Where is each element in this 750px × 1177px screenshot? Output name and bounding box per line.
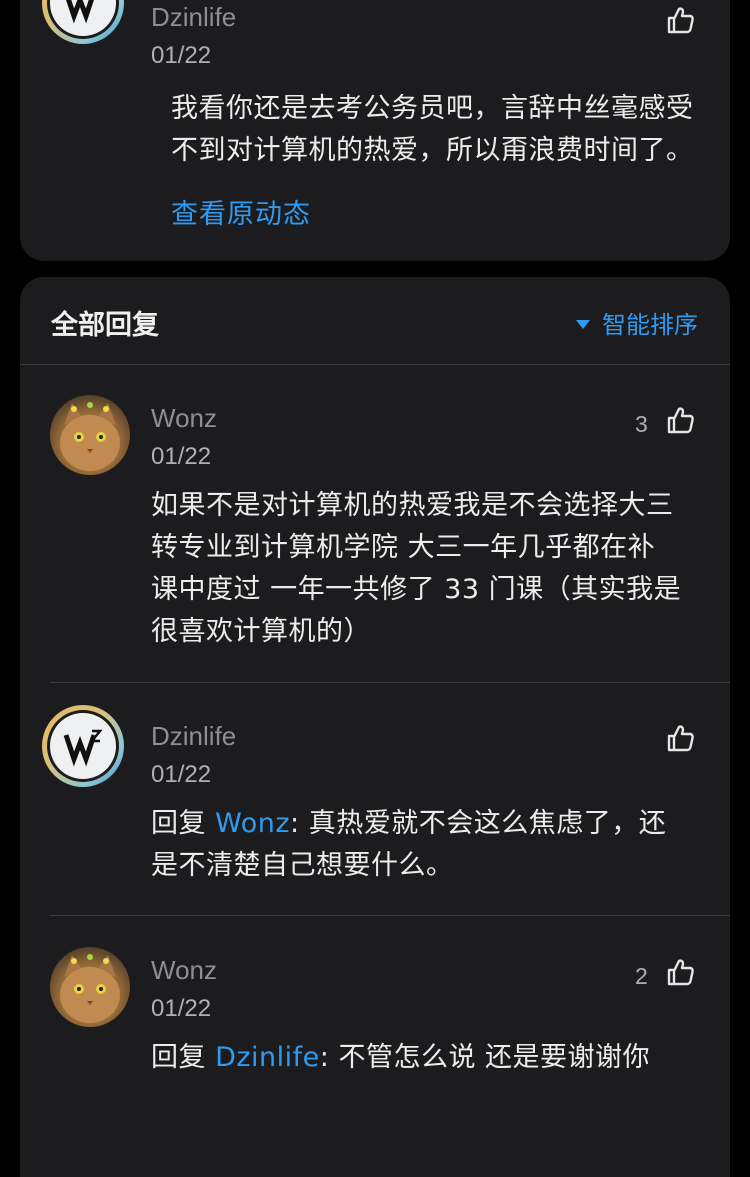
reply-line: 很喜欢计算机的） [151, 616, 371, 647]
reply-date: 01/22 [151, 995, 212, 1022]
wz-logo-icon [66, 0, 94, 24]
avatar-dzinlife[interactable] [42, 0, 124, 44]
reply-prefix: 回复 [151, 808, 216, 839]
sort-dropdown[interactable]: 智能排序 [576, 305, 698, 340]
avatar-dzinlife[interactable] [42, 705, 124, 787]
reply-date: 01/22 [151, 761, 212, 788]
thumbs-up-icon[interactable] [665, 5, 695, 35]
avatar-wonz[interactable] [50, 395, 130, 475]
reply-line: 转专业到计算机学院 大三一年几乎都在补 [151, 532, 656, 563]
reply-line: 是不清楚自己想要什么。 [151, 850, 454, 881]
username[interactable]: Dzinlife [151, 2, 236, 33]
mention-link[interactable]: Wonz [215, 808, 290, 839]
like-count: 3 [635, 411, 648, 437]
comment-text: 我看你还是去考公务员吧，言辞中丝毫感受 不到对计算机的热爱，所以甭浪费时间了。 [171, 88, 731, 172]
cat-avatar-icon [60, 402, 120, 471]
wz-logo-icon [63, 729, 103, 767]
like-count: 2 [635, 963, 648, 989]
reply-text-rest: : 不管怎么说 还是要谢谢你 [319, 1042, 651, 1073]
thumbs-up-icon[interactable] [665, 405, 695, 435]
thumbs-up-icon[interactable] [665, 723, 695, 753]
reply-line: 课中度过 一年一共修了 33 门课（其实我是 [151, 574, 682, 605]
reply-line: 如果不是对计算机的热爱我是不会选择大三 [151, 490, 674, 521]
mention-link[interactable]: Dzinlife [215, 1042, 320, 1073]
sort-caret-icon [576, 320, 590, 329]
reply-text-rest: : 真热爱就不会这么焦虑了，还 [290, 808, 667, 839]
reply-line: 回复 Dzinlife: 不管怎么说 还是要谢谢你 [151, 1037, 711, 1079]
sort-label: 智能排序 [602, 311, 698, 339]
section-title: 全部回复 [51, 310, 159, 341]
divider [20, 364, 730, 365]
reply-text: 回复 Dzinlife: 不管怎么说 还是要谢谢你 [151, 1037, 711, 1079]
replies-card: 全部回复 智能排序 Wonz 01/22 3 如果不是对计算机的热爱我是不会选择… [20, 277, 730, 1177]
comment-line: 不到对计算机的热爱，所以甭浪费时间了。 [171, 135, 694, 166]
view-original-link[interactable]: 查看原动态 [171, 192, 311, 231]
username[interactable]: Wonz [151, 955, 217, 986]
comment-line: 我看你还是去考公务员吧，言辞中丝毫感受 [171, 93, 694, 124]
divider [50, 915, 730, 916]
top-comment-card: Dzinlife 01/22 我看你还是去考公务员吧，言辞中丝毫感受 不到对计算… [20, 0, 730, 261]
reply-prefix: 回复 [151, 1042, 216, 1073]
username[interactable]: Dzinlife [151, 721, 236, 752]
username[interactable]: Wonz [151, 403, 217, 434]
reply-text: 回复 Wonz: 真热爱就不会这么焦虑了，还 是不清楚自己想要什么。 [151, 803, 711, 887]
reply-line: 回复 Wonz: 真热爱就不会这么焦虑了，还 [151, 803, 711, 845]
thumbs-up-icon[interactable] [665, 957, 695, 987]
comment-date: 01/22 [151, 42, 212, 69]
cat-avatar-icon [60, 954, 120, 1023]
divider [50, 682, 730, 683]
reply-date: 01/22 [151, 443, 212, 470]
avatar-wonz[interactable] [50, 947, 130, 1027]
reply-text: 如果不是对计算机的热爱我是不会选择大三 转专业到计算机学院 大三一年几乎都在补 … [151, 485, 711, 653]
